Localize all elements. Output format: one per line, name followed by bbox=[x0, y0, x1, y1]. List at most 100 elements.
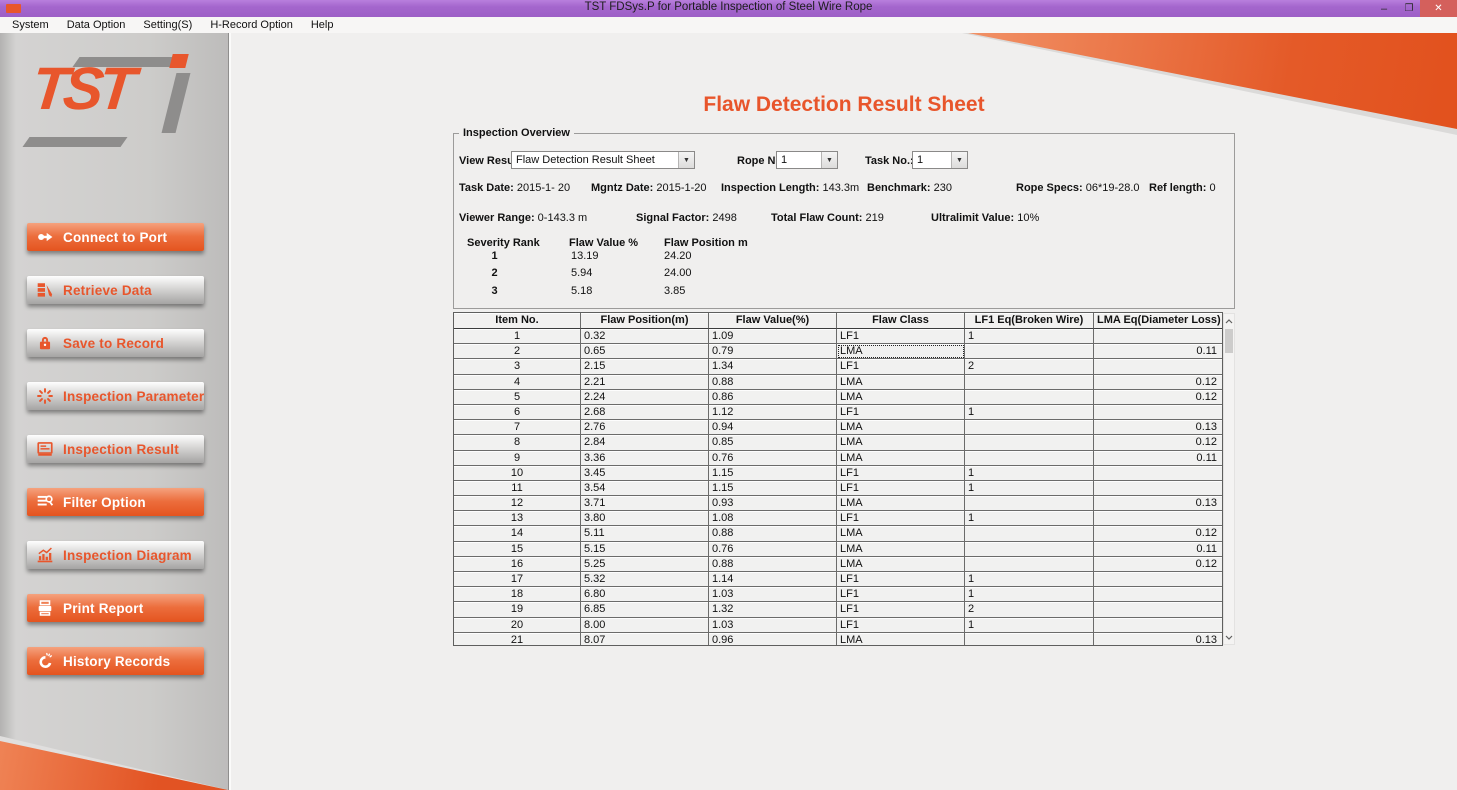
task-no-select[interactable]: 1 ▼ bbox=[912, 151, 968, 169]
table-cell[interactable]: 0.79 bbox=[709, 344, 837, 359]
table-cell[interactable] bbox=[965, 344, 1094, 359]
table-cell[interactable]: LMA bbox=[837, 451, 965, 466]
table-cell[interactable]: 5.15 bbox=[581, 542, 709, 557]
table-cell[interactable] bbox=[1094, 618, 1222, 633]
menu-h-record-option[interactable]: H-Record Option bbox=[201, 17, 302, 33]
table-cell[interactable]: 3 bbox=[454, 359, 581, 374]
table-cell[interactable]: 1 bbox=[454, 329, 581, 344]
table-cell[interactable] bbox=[965, 390, 1094, 405]
table-cell[interactable]: 4 bbox=[454, 375, 581, 390]
table-cell[interactable]: 0.88 bbox=[709, 526, 837, 541]
table-cell[interactable]: 2.84 bbox=[581, 435, 709, 450]
table-cell[interactable]: 3.36 bbox=[581, 451, 709, 466]
table-cell[interactable]: LMA bbox=[837, 496, 965, 511]
table-cell[interactable]: 2 bbox=[965, 359, 1094, 374]
table-cell[interactable]: 1 bbox=[965, 329, 1094, 344]
table-cell[interactable]: 0.11 bbox=[1094, 542, 1222, 557]
table-cell[interactable]: 7 bbox=[454, 420, 581, 435]
table-cell[interactable] bbox=[965, 557, 1094, 572]
table-cell[interactable]: 0.11 bbox=[1094, 344, 1222, 359]
table-cell[interactable]: 15 bbox=[454, 542, 581, 557]
scrollbar-thumb[interactable] bbox=[1225, 329, 1233, 353]
table-cell[interactable]: 6 bbox=[454, 405, 581, 420]
table-cell[interactable]: 2.24 bbox=[581, 390, 709, 405]
table-cell[interactable]: LF1 bbox=[837, 572, 965, 587]
table-cell[interactable]: LF1 bbox=[837, 481, 965, 496]
table-cell[interactable]: 2 bbox=[965, 602, 1094, 617]
table-cell[interactable]: 3.80 bbox=[581, 511, 709, 526]
table-cell[interactable] bbox=[1094, 481, 1222, 496]
table-cell[interactable] bbox=[965, 526, 1094, 541]
table-cell[interactable]: 0.13 bbox=[1094, 633, 1222, 646]
table-cell[interactable]: 8.07 bbox=[581, 633, 709, 646]
rope-no-select[interactable]: 1 ▼ bbox=[776, 151, 838, 169]
table-cell[interactable]: 16 bbox=[454, 557, 581, 572]
scroll-up-icon[interactable] bbox=[1224, 315, 1234, 327]
table-cell[interactable]: 0.86 bbox=[709, 390, 837, 405]
table-cell[interactable] bbox=[1094, 359, 1222, 374]
table-cell[interactable]: 14 bbox=[454, 526, 581, 541]
menu-setting-s[interactable]: Setting(S) bbox=[134, 17, 201, 33]
menu-data-option[interactable]: Data Option bbox=[58, 17, 135, 33]
table-cell[interactable]: LMA bbox=[837, 526, 965, 541]
table-cell[interactable]: 0.96 bbox=[709, 633, 837, 646]
table-cell[interactable]: 21 bbox=[454, 633, 581, 646]
table-cell[interactable]: LF1 bbox=[837, 602, 965, 617]
table-cell[interactable]: LF1 bbox=[837, 359, 965, 374]
table-cell[interactable]: 19 bbox=[454, 602, 581, 617]
scroll-down-icon[interactable] bbox=[1224, 631, 1234, 643]
sidebar-button-print-report[interactable]: Print Report bbox=[27, 594, 204, 622]
table-cell[interactable]: 1.03 bbox=[709, 587, 837, 602]
table-cell[interactable]: 1 bbox=[965, 405, 1094, 420]
table-cell[interactable]: LMA bbox=[837, 633, 965, 646]
menu-help[interactable]: Help bbox=[302, 17, 343, 33]
table-cell[interactable] bbox=[1094, 572, 1222, 587]
table-cell[interactable]: 1 bbox=[965, 481, 1094, 496]
table-cell[interactable]: 6.80 bbox=[581, 587, 709, 602]
table-cell[interactable]: 0.76 bbox=[709, 542, 837, 557]
table-cell[interactable]: 20 bbox=[454, 618, 581, 633]
table-cell[interactable]: 8 bbox=[454, 435, 581, 450]
table-cell[interactable]: 5 bbox=[454, 390, 581, 405]
table-cell[interactable] bbox=[965, 542, 1094, 557]
table-cell[interactable]: 0.12 bbox=[1094, 557, 1222, 572]
table-cell[interactable]: 0.32 bbox=[581, 329, 709, 344]
sidebar-button-retrieve-data[interactable]: Retrieve Data bbox=[27, 276, 204, 304]
table-cell[interactable]: 1.03 bbox=[709, 618, 837, 633]
table-cell[interactable]: 1 bbox=[965, 618, 1094, 633]
table-cell[interactable]: LF1 bbox=[837, 405, 965, 420]
table-cell[interactable]: 5.11 bbox=[581, 526, 709, 541]
table-cell[interactable]: LMA bbox=[837, 375, 965, 390]
table-cell[interactable] bbox=[1094, 602, 1222, 617]
menu-system[interactable]: System bbox=[3, 17, 58, 33]
restore-button[interactable]: ❐ bbox=[1398, 0, 1420, 17]
table-cell[interactable]: 0.93 bbox=[709, 496, 837, 511]
table-cell[interactable]: 0.88 bbox=[709, 557, 837, 572]
table-cell[interactable]: LF1 bbox=[837, 511, 965, 526]
close-button[interactable]: ✕ bbox=[1420, 0, 1457, 17]
table-cell[interactable]: 1 bbox=[965, 511, 1094, 526]
table-cell[interactable]: 2.15 bbox=[581, 359, 709, 374]
table-cell[interactable]: 0.13 bbox=[1094, 420, 1222, 435]
table-cell[interactable]: 1.32 bbox=[709, 602, 837, 617]
table-cell[interactable]: 2.76 bbox=[581, 420, 709, 435]
table-cell[interactable]: 17 bbox=[454, 572, 581, 587]
minimize-button[interactable]: – bbox=[1372, 0, 1396, 17]
table-cell[interactable]: 1 bbox=[965, 587, 1094, 602]
table-cell[interactable]: 0.12 bbox=[1094, 390, 1222, 405]
table-cell[interactable]: 3.71 bbox=[581, 496, 709, 511]
sidebar-button-save-to-record[interactable]: Save to Record bbox=[27, 329, 204, 357]
table-cell[interactable]: 1.12 bbox=[709, 405, 837, 420]
table-cell[interactable] bbox=[1094, 329, 1222, 344]
table-cell[interactable]: 0.12 bbox=[1094, 526, 1222, 541]
table-cell[interactable]: 3.45 bbox=[581, 466, 709, 481]
table-cell[interactable]: LF1 bbox=[837, 466, 965, 481]
table-cell[interactable]: 1.14 bbox=[709, 572, 837, 587]
sidebar-button-filter-option[interactable]: Filter Option bbox=[27, 488, 204, 516]
table-cell[interactable]: LF1 bbox=[837, 329, 965, 344]
table-cell[interactable]: 8.00 bbox=[581, 618, 709, 633]
table-cell[interactable]: 0.94 bbox=[709, 420, 837, 435]
table-cell[interactable]: 0.88 bbox=[709, 375, 837, 390]
table-cell[interactable]: 13 bbox=[454, 511, 581, 526]
table-cell[interactable] bbox=[1094, 587, 1222, 602]
